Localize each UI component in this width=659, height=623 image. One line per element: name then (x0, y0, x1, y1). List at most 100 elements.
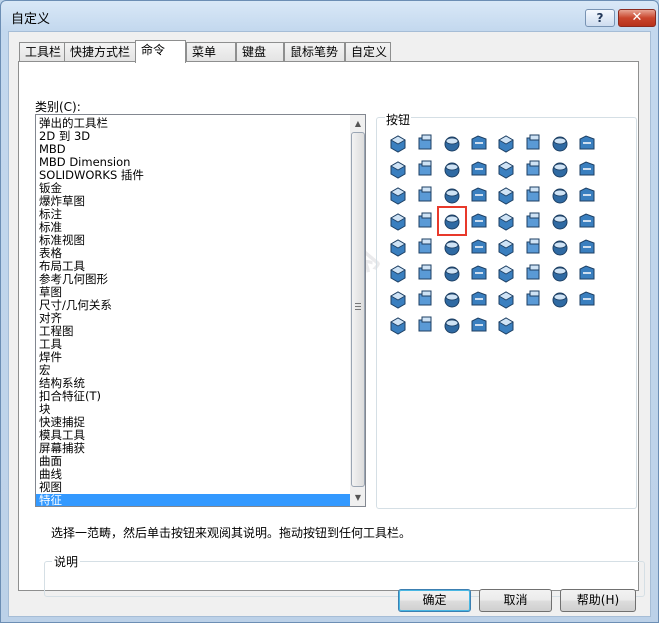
scale-icon[interactable] (575, 209, 599, 233)
tab-shortcut-bars[interactable]: 快捷方式栏 (64, 42, 137, 62)
dome-shape-icon[interactable] (413, 209, 437, 233)
loft-cut-icon[interactable] (386, 157, 410, 181)
tab-mouse-gestures[interactable]: 鼠标笔势 (284, 42, 345, 62)
category-item[interactable]: 工程图 (36, 325, 350, 338)
pattern-table-icon[interactable] (521, 235, 545, 259)
box-icon[interactable] (386, 287, 410, 311)
category-list[interactable]: 弹出的工具栏 2D 到 3D MBD MBD Dimension SOLIDWORKS … (35, 114, 366, 507)
hole-wizard-icon[interactable] (440, 157, 464, 181)
table-icon-glyph (444, 266, 460, 282)
scroll-thumb[interactable] (351, 132, 365, 487)
cavity-icon[interactable] (548, 209, 572, 233)
draft-icon[interactable] (548, 157, 572, 181)
category-scrollbar[interactable]: ▲ ▼ (350, 115, 365, 506)
tab-keyboard[interactable]: 键盘 (236, 42, 284, 62)
mold-icon[interactable] (548, 183, 572, 207)
fillet-icon[interactable] (467, 157, 491, 181)
move-copy-icon[interactable] (521, 287, 545, 311)
freeform-icon[interactable] (521, 209, 545, 233)
thicken-icon[interactable] (386, 209, 410, 233)
flex-icon[interactable] (494, 183, 518, 207)
category-item[interactable]: 曲面 (36, 455, 350, 468)
tab-commands[interactable]: 命令 (135, 40, 186, 63)
chamfer-icon[interactable] (494, 157, 518, 181)
rib-icon[interactable] (521, 157, 545, 181)
category-item[interactable]: 屏幕捕获 (36, 442, 350, 455)
intersect-icon[interactable] (413, 183, 437, 207)
tree-icon[interactable] (413, 261, 437, 285)
delete-face-icon[interactable] (413, 287, 437, 311)
replace-face-icon[interactable] (548, 261, 572, 285)
body-icon[interactable] (467, 313, 491, 337)
table-icon[interactable] (440, 261, 464, 285)
feature-folder-icon[interactable] (467, 287, 491, 311)
delete-body-icon[interactable] (521, 261, 545, 285)
category-item[interactable]: 特征 (36, 494, 350, 506)
join-icon[interactable] (494, 209, 518, 233)
curve-driven-icon[interactable] (440, 287, 464, 311)
tab-menus[interactable]: 菜单 (186, 42, 236, 62)
close-button[interactable]: ✕ (618, 9, 656, 27)
save-bodies-icon[interactable] (494, 261, 518, 285)
boss-extrude-icon[interactable] (386, 131, 410, 155)
category-items: 弹出的工具栏 2D 到 3D MBD MBD Dimension SOLIDWORKS … (36, 117, 350, 506)
combine-icon[interactable] (575, 183, 599, 207)
mirror-icon[interactable] (386, 235, 410, 259)
shell-icon[interactable] (575, 157, 599, 181)
grid-3d-icon[interactable] (386, 313, 410, 337)
category-item[interactable]: 曲线 (36, 468, 350, 481)
help-title-button[interactable]: ? (585, 9, 615, 27)
revolve-icon[interactable] (413, 131, 437, 155)
category-item[interactable]: 扣合特征(T) (36, 390, 350, 403)
move-copy-icon-glyph (526, 290, 540, 306)
pattern-curve-icon[interactable] (494, 235, 518, 259)
category-item[interactable]: 焊件 (36, 351, 350, 364)
feature-add-icon[interactable] (494, 287, 518, 311)
boundary-boss-icon[interactable] (494, 131, 518, 155)
extrude-cut-icon[interactable] (521, 131, 545, 155)
grid-icon[interactable] (548, 287, 572, 311)
scroll-up-icon[interactable]: ▲ (350, 115, 365, 132)
ok-button[interactable]: 确定 (398, 589, 471, 612)
category-item[interactable]: 视图 (36, 481, 350, 494)
tab-toolbars[interactable]: 工具栏 (19, 42, 68, 62)
dome-icon[interactable] (440, 183, 464, 207)
assembly-icon[interactable] (386, 261, 410, 285)
category-item[interactable]: 参考几何图形 (36, 273, 350, 286)
title-bar[interactable]: 自定义 ? ✕ (1, 1, 658, 31)
revolve-cut-icon[interactable] (548, 131, 572, 155)
category-item[interactable]: SOLIDWORKS 插件 (36, 169, 350, 182)
category-item[interactable]: 2D 到 3D (36, 130, 350, 143)
pattern-linear-icon[interactable] (440, 235, 464, 259)
pattern-fill-icon[interactable] (575, 235, 599, 259)
loft-icon[interactable] (467, 131, 491, 155)
category-item[interactable]: 标准视图 (36, 234, 350, 247)
pattern-sketch-icon[interactable] (548, 235, 572, 259)
category-item[interactable]: 尺寸/几何关系 (36, 299, 350, 312)
flip-icon[interactable] (494, 313, 518, 337)
boundary-cut-icon[interactable] (413, 157, 437, 181)
cancel-button[interactable]: 取消 (479, 589, 552, 612)
library-icon[interactable] (467, 261, 491, 285)
tab-customize[interactable]: 自定义 (345, 42, 391, 62)
wrap-icon[interactable] (386, 183, 410, 207)
sweep-cut-icon[interactable] (575, 131, 599, 155)
category-item[interactable]: 对齐 (36, 312, 350, 325)
indent-icon[interactable] (521, 183, 545, 207)
solid-body-icon[interactable] (575, 261, 599, 285)
sweep-icon[interactable] (440, 131, 464, 155)
move-face-icon[interactable] (437, 206, 467, 236)
deform-icon[interactable] (467, 183, 491, 207)
loft-cut-icon-glyph (390, 161, 406, 179)
category-item[interactable]: 工具 (36, 338, 350, 351)
rollback-icon[interactable] (413, 313, 437, 337)
check-icon[interactable] (575, 287, 599, 311)
help-button[interactable]: 帮助(H) (560, 589, 636, 612)
insert-part-icon[interactable] (440, 313, 464, 337)
category-item[interactable]: 爆炸草图 (36, 195, 350, 208)
pattern-circular-icon[interactable] (467, 235, 491, 259)
category-item[interactable]: 标注 (36, 208, 350, 221)
scroll-down-icon[interactable]: ▼ (350, 489, 365, 506)
ruler-icon[interactable] (413, 235, 437, 259)
split-icon[interactable] (467, 209, 491, 233)
